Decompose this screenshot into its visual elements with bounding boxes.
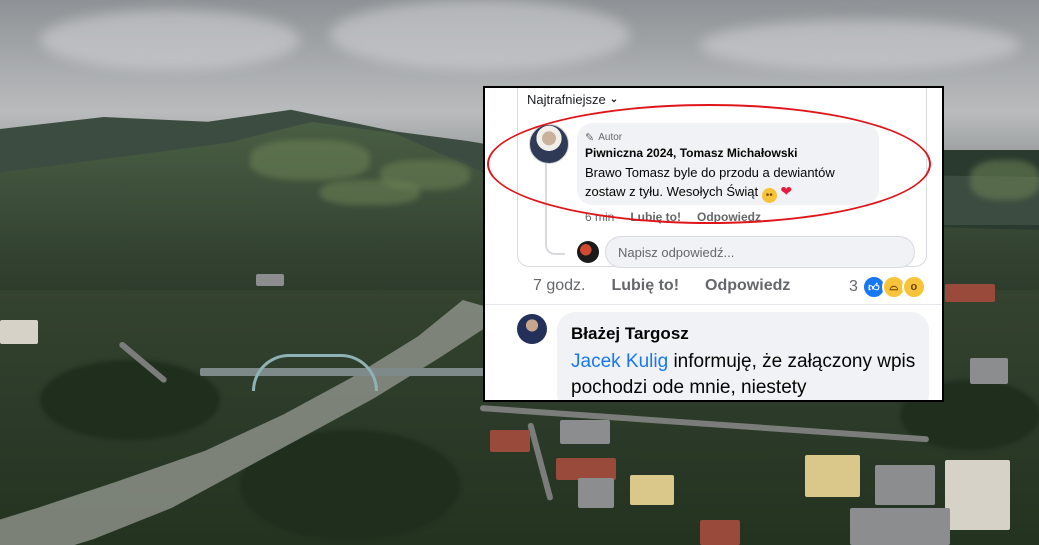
house [970, 358, 1008, 384]
wow-reaction-icon: o [901, 275, 926, 299]
highlight-ellipse [487, 104, 931, 224]
comment-text: Jacek Kulig informuję, że załączony wpis… [571, 349, 921, 400]
house [805, 455, 860, 497]
divider [485, 304, 942, 305]
reply-button[interactable]: Odpowiedz [705, 277, 790, 295]
house [875, 465, 935, 505]
house [945, 284, 995, 302]
avatar [577, 241, 599, 263]
house [490, 430, 530, 452]
like-button[interactable]: Lubię to! [611, 277, 679, 295]
mention-link[interactable]: Jacek Kulig [571, 351, 668, 372]
house [556, 458, 616, 480]
comment-author-name[interactable]: Błażej Targosz [571, 324, 689, 344]
comment-timestamp[interactable]: 7 godz. [533, 277, 585, 295]
house [560, 420, 610, 444]
house [945, 460, 1010, 530]
cloud [40, 10, 300, 70]
reaction-count: 3 [849, 278, 858, 295]
tree-cluster [40, 360, 220, 440]
avatar[interactable] [517, 314, 547, 344]
meadow [970, 160, 1039, 200]
comment-actions: 7 godz. Lubię to! Odpowiedz [533, 277, 816, 295]
cloud [330, 0, 630, 70]
meadow [320, 180, 420, 205]
house [578, 478, 614, 508]
house [630, 475, 674, 505]
cloud [700, 20, 1020, 70]
reactions-summary[interactable]: 3 👍︎ ⌓ o [849, 275, 926, 299]
house [700, 520, 740, 545]
building [0, 320, 38, 344]
reply-input[interactable]: Napisz odpowiedź... [605, 236, 915, 268]
house [850, 508, 950, 545]
meadow [250, 140, 370, 180]
bridge-arch [252, 354, 378, 391]
building [256, 274, 284, 286]
